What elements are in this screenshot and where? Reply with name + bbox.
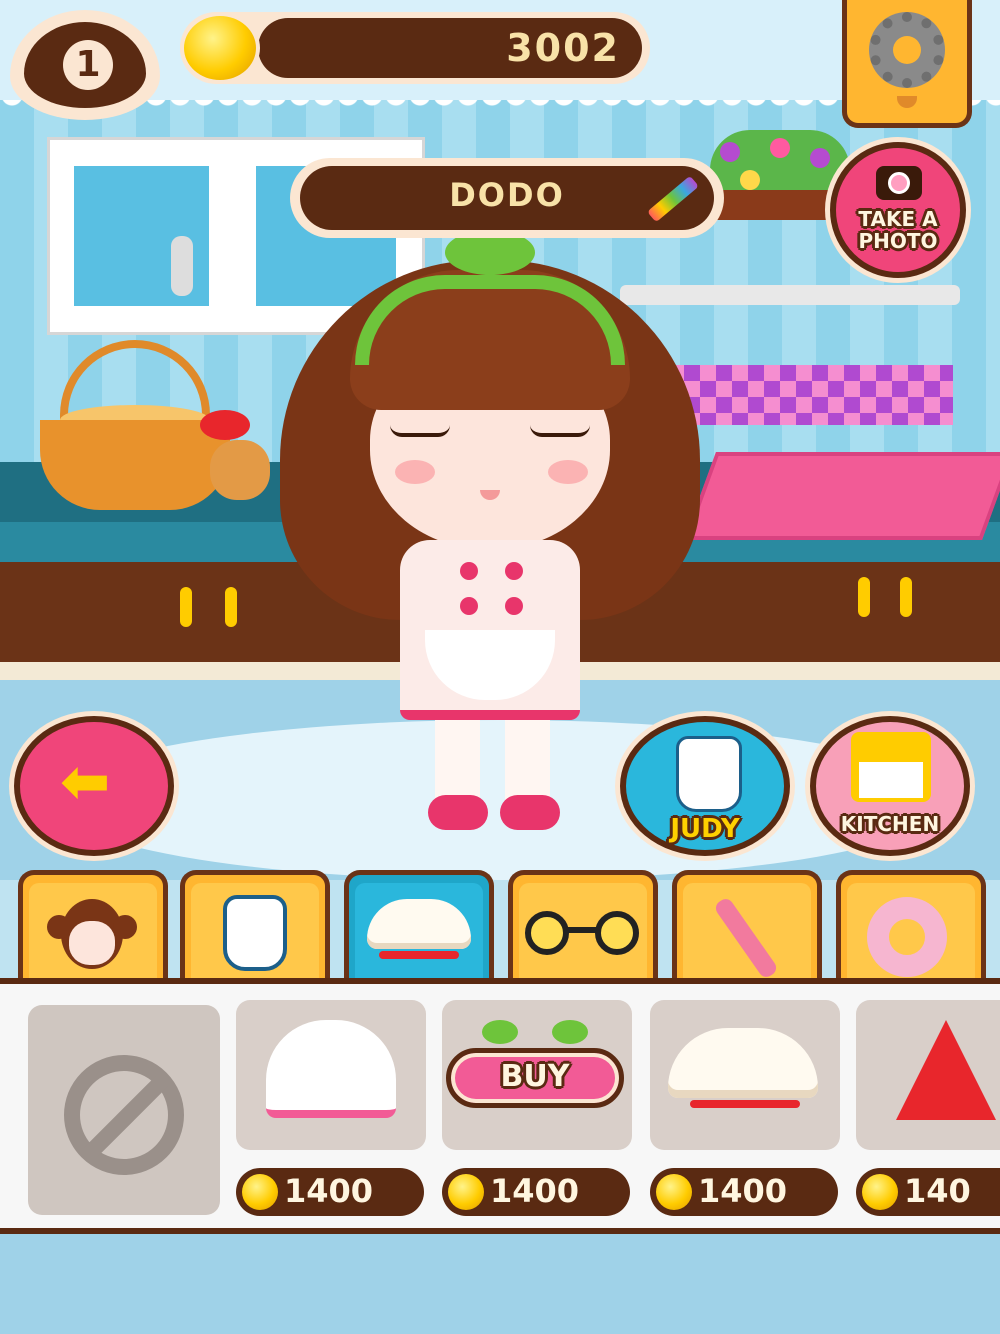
judy-button[interactable]: JUDY bbox=[620, 716, 790, 856]
kitchen-button[interactable]: KITCHEN bbox=[810, 716, 970, 856]
lives-heart: 1 bbox=[10, 10, 160, 120]
item-price: 140 bbox=[856, 1168, 1000, 1216]
item-party-hat[interactable] bbox=[856, 1000, 1000, 1150]
pink-tablecloth bbox=[683, 452, 1000, 540]
coin-icon bbox=[862, 1174, 898, 1210]
item-white-cap[interactable] bbox=[236, 1000, 426, 1150]
checkered-cloth bbox=[668, 365, 953, 425]
apron-dress-icon bbox=[223, 895, 287, 971]
girl-face-icon bbox=[47, 895, 137, 975]
coin-icon bbox=[242, 1174, 278, 1210]
coin-bar: 3002 bbox=[180, 12, 650, 84]
take-photo-label: TAKE A PHOTO bbox=[858, 207, 938, 253]
item-none[interactable] bbox=[28, 1005, 220, 1215]
cookie-basket bbox=[40, 340, 270, 510]
item-headband[interactable]: BUY bbox=[442, 1000, 632, 1150]
donut-icon bbox=[867, 897, 947, 977]
tab-glasses[interactable] bbox=[508, 870, 658, 980]
coin-icon bbox=[448, 1174, 484, 1210]
kitchen-label: KITCHEN bbox=[840, 812, 940, 836]
judy-label: JUDY bbox=[670, 814, 740, 844]
chef-hat-icon bbox=[367, 899, 471, 949]
coin-count: 3002 bbox=[506, 26, 620, 70]
lives-count: 1 bbox=[63, 40, 113, 90]
tab-tool[interactable] bbox=[672, 870, 822, 980]
take-photo-button[interactable]: TAKE A PHOTO bbox=[830, 142, 966, 278]
white-cap-icon bbox=[266, 1020, 396, 1118]
tab-outfit[interactable] bbox=[180, 870, 330, 980]
settings-button[interactable] bbox=[842, 0, 972, 128]
item-chef-hat[interactable] bbox=[650, 1000, 840, 1150]
kitchen-icon bbox=[851, 732, 931, 802]
coin-icon bbox=[656, 1174, 692, 1210]
party-hat-icon bbox=[896, 1020, 996, 1120]
glasses-icon bbox=[525, 911, 643, 955]
gear-icon bbox=[869, 12, 945, 88]
name-plate[interactable]: DODO bbox=[290, 158, 724, 238]
item-price: 1400 bbox=[650, 1168, 838, 1216]
tab-hair[interactable] bbox=[18, 870, 168, 980]
item-price: 1400 bbox=[236, 1168, 424, 1216]
none-icon bbox=[64, 1055, 184, 1175]
coin-icon bbox=[180, 12, 260, 84]
buy-button[interactable]: BUY bbox=[446, 1048, 624, 1108]
chef-hat-icon bbox=[668, 1028, 818, 1098]
apron-dress-icon bbox=[676, 736, 742, 812]
arrow-left-icon: ⬅ bbox=[60, 747, 111, 817]
tab-hat[interactable] bbox=[344, 870, 494, 980]
back-button[interactable]: ⬅ bbox=[14, 716, 174, 856]
camera-icon bbox=[876, 166, 922, 200]
tab-accessory[interactable] bbox=[836, 870, 986, 980]
item-price: 1400 bbox=[442, 1168, 630, 1216]
